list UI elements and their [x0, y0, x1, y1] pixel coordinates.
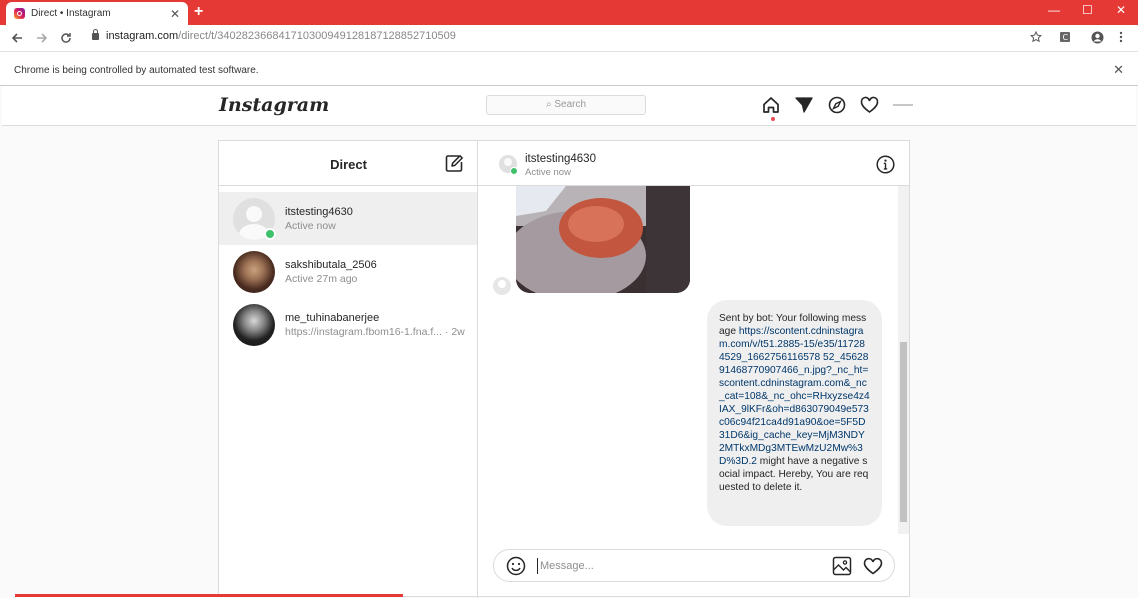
message-link[interactable]: https://scontent.cdninstagram.com/v/t51.… [719, 326, 870, 467]
like-heart-icon[interactable] [863, 556, 883, 576]
tab-title: Direct • Instagram [31, 8, 111, 19]
url-field[interactable]: instagram.com/direct/t/34028236684171030… [92, 28, 456, 42]
direct-panel: Direct itstesting4630 Active now sakshib… [218, 140, 910, 598]
instagram-favicon-icon [14, 8, 25, 19]
avatar [233, 251, 275, 293]
automation-notice: Chrome is being controlled by automated … [14, 65, 259, 76]
maximize-button[interactable]: ☐ [1082, 3, 1093, 17]
sender-avatar [493, 277, 511, 295]
direct-icon[interactable] [795, 96, 813, 114]
online-indicator [510, 167, 518, 175]
thread-item-itstesting4630[interactable]: itstesting4630 Active now [219, 192, 477, 245]
reload-icon[interactable] [60, 32, 72, 44]
minimize-button[interactable]: — [1048, 3, 1060, 17]
new-message-icon[interactable] [445, 154, 464, 173]
info-icon[interactable] [876, 155, 895, 174]
shared-photo[interactable] [516, 186, 690, 293]
instagram-header: Instagram ⌕ Search [2, 86, 1136, 126]
scrollbar-thumb[interactable] [900, 342, 907, 522]
photo-image [516, 186, 690, 293]
message-bubble[interactable]: Sent by bot: Your following message http… [707, 300, 882, 526]
instagram-logo[interactable]: Instagram [219, 94, 329, 116]
search-icon: ⌕ [545, 99, 552, 110]
lock-icon [92, 28, 99, 40]
conversation: itstesting4630 Active now Sent by bot: Y… [478, 141, 909, 598]
thread-last-message: https://instagram.fbom16-1.fna.f... · 2w [285, 326, 465, 338]
explore-icon[interactable] [828, 96, 846, 114]
new-tab-button[interactable]: + [194, 3, 203, 21]
extension-icon[interactable]: C [1059, 31, 1071, 43]
address-bar: instagram.com/direct/t/34028236684171030… [0, 25, 1138, 52]
search-placeholder: Search [554, 99, 587, 110]
inbox-sidebar: Direct itstesting4630 Active now sakshib… [219, 141, 478, 598]
emoji-icon[interactable] [506, 556, 526, 576]
message-input[interactable] [537, 558, 817, 574]
thread-item-sakshibutala[interactable]: sakshibutala_2506 Active 27m ago [219, 245, 477, 298]
browser-tab[interactable]: Direct • Instagram ✕ [6, 2, 188, 25]
avatar [233, 304, 275, 346]
url-host: instagram.com [106, 30, 179, 42]
thread-name: itstesting4630 [285, 206, 353, 218]
conversation-status: Active now [525, 167, 571, 178]
inbox-header: Direct [219, 141, 477, 186]
forward-arrow-icon[interactable] [36, 32, 48, 44]
thread-item-me-tuhinabanerjee[interactable]: me_tuhinabanerjee https://instagram.fbom… [219, 298, 477, 351]
profile-icon[interactable] [893, 102, 913, 108]
tab-close-icon[interactable]: ✕ [170, 7, 180, 21]
svg-text:C: C [1063, 33, 1069, 42]
conversation-scrollbar[interactable] [898, 186, 909, 534]
search-input[interactable]: ⌕ Search [486, 95, 646, 115]
online-indicator [264, 228, 276, 240]
message-composer [493, 549, 895, 582]
window-close-button[interactable]: ✕ [1116, 3, 1126, 17]
inbox-title: Direct [330, 157, 367, 172]
bookmark-star-icon[interactable] [1030, 31, 1042, 43]
account-icon[interactable] [1091, 31, 1104, 44]
home-icon[interactable] [762, 96, 780, 114]
url-path: /direct/t/340282366841710300949128187128… [178, 30, 456, 42]
thread-name: sakshibutala_2506 [285, 259, 377, 271]
automation-infobar: Chrome is being controlled by automated … [0, 52, 1138, 86]
thread-name: me_tuhinabanerjee [285, 312, 380, 324]
conversation-header: itstesting4630 Active now [478, 141, 909, 186]
browser-titlebar: Direct • Instagram ✕ + — ☐ ✕ [0, 0, 1138, 25]
nav-active-dot [771, 117, 775, 121]
infobar-close-button[interactable]: ✕ [1113, 62, 1124, 78]
back-arrow-icon[interactable] [11, 32, 23, 44]
activity-icon[interactable] [860, 96, 879, 114]
thread-status: Active now [285, 220, 336, 232]
conversation-username[interactable]: itstesting4630 [525, 153, 596, 165]
thread-status: Active 27m ago [285, 273, 358, 285]
menu-kebab-icon[interactable] [1119, 31, 1123, 43]
image-upload-icon[interactable] [832, 556, 852, 576]
